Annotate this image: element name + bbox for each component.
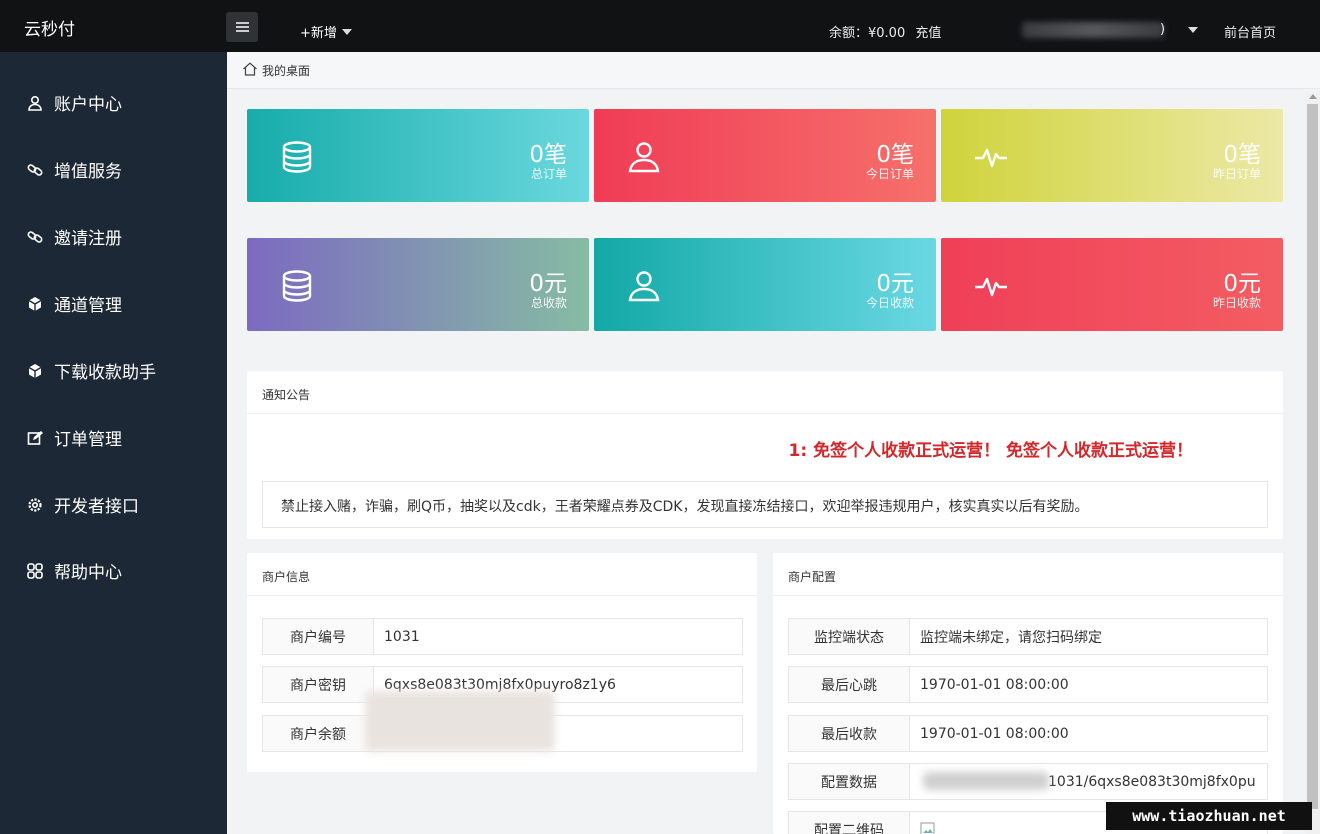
balance-display: 余额：¥0.00 充值 xyxy=(829,22,941,41)
stat-card-total-orders: 0笔 总订单 xyxy=(247,109,589,202)
merchant-id-value[interactable]: 1031 xyxy=(374,619,420,654)
notice-body: 禁止接入赌，诈骗，刷Q币，抽奖以及cdk，王者荣耀点券及CDK，发现直接冻结接口… xyxy=(262,481,1268,528)
last-payment-value: 1970-01-01 08:00:00 xyxy=(920,725,1069,742)
cube-icon xyxy=(26,295,44,313)
breadcrumb-label: 我的桌面 xyxy=(262,64,311,78)
last-payment-row: 最后收款 1970-01-01 08:00:00 xyxy=(788,715,1268,752)
scrollbar-thumb[interactable] xyxy=(1307,104,1318,809)
kv-label: 监控端状态 xyxy=(789,619,910,654)
breadcrumb[interactable]: 我的桌面 xyxy=(242,62,310,79)
monitor-status-row: 监控端状态 监控端未绑定，请您扫码绑定 xyxy=(788,618,1268,655)
user-icon xyxy=(628,142,660,173)
sidebar-item-channel[interactable]: 通道管理 xyxy=(26,291,122,316)
user-name-blurred[interactable] xyxy=(1022,22,1164,38)
sidebar-item-label: 邀请注册 xyxy=(54,229,122,249)
user-icon xyxy=(26,94,44,112)
home-icon xyxy=(242,62,258,79)
stat-card-total-revenue: 0元 总收款 xyxy=(247,238,589,331)
sidebar-item-label: 订单管理 xyxy=(54,430,122,450)
last-heartbeat-row: 最后心跳 1970-01-01 08:00:00 xyxy=(788,666,1268,703)
site-watermark: www.tiaozhuan.net xyxy=(1106,802,1312,830)
recharge-link[interactable]: 充值 xyxy=(915,26,941,41)
sidebar-item-account[interactable]: 账户中心 xyxy=(26,90,122,115)
gear-icon xyxy=(26,496,44,514)
user-icon xyxy=(628,271,660,302)
sidebar-item-developer-api[interactable]: 开发者接口 xyxy=(26,492,139,517)
stat-value: 0笔 xyxy=(529,142,567,168)
user-menu-chevron-icon[interactable] xyxy=(1188,27,1198,33)
stat-label: 今日订单 xyxy=(865,167,914,181)
kv-label: 最后心跳 xyxy=(789,667,910,702)
sidebar-item-label: 开发者接口 xyxy=(54,497,139,517)
stat-card-today-revenue: 0元 今日收款 xyxy=(594,238,936,331)
sidebar-item-help[interactable]: 帮助中心 xyxy=(26,558,122,583)
merchant-info-title: 商户信息 xyxy=(247,553,757,596)
sidebar-item-label: 通道管理 xyxy=(54,296,122,316)
sidebar-item-label: 帮助中心 xyxy=(54,563,122,583)
database-icon xyxy=(282,141,312,173)
stat-card-today-orders: 0笔 今日订单 xyxy=(594,109,936,202)
sidebar-item-label: 增值服务 xyxy=(54,162,122,182)
kv-label: 配置二维码 xyxy=(789,812,910,834)
sidebar-item-value-added[interactable]: 增值服务 xyxy=(26,157,122,182)
sidebar-item-label: 下载收款助手 xyxy=(54,363,156,383)
stat-value: 0笔 xyxy=(876,142,914,168)
redaction-blur xyxy=(365,691,555,751)
scroll-up-arrow-icon[interactable] xyxy=(1309,94,1317,99)
stat-label: 昨日订单 xyxy=(1212,167,1261,181)
kv-label: 配置数据 xyxy=(789,764,910,799)
stat-value: 0元 xyxy=(1223,271,1261,297)
add-new-dropdown[interactable]: +新增 xyxy=(300,22,352,41)
vertical-scrollbar[interactable] xyxy=(1305,92,1320,834)
stat-card-yesterday-revenue: 0元 昨日收款 xyxy=(941,238,1283,331)
user-name-tail[interactable]: ) xyxy=(1160,22,1165,37)
pulse-icon xyxy=(975,148,1007,168)
chevron-down-icon xyxy=(341,28,352,35)
menu-toggle-button[interactable] xyxy=(226,12,258,42)
notice-panel: 通知公告 1: 免签个人收款正式运营！ 免签个人收款正式运营！ 禁止接入赌，诈骗… xyxy=(247,371,1283,539)
hamburger-icon xyxy=(235,22,249,32)
sidebar-item-invite[interactable]: 邀请注册 xyxy=(26,224,122,249)
stat-value: 0元 xyxy=(529,271,567,297)
stat-label: 今日收款 xyxy=(865,296,914,310)
broken-image-icon xyxy=(920,822,935,834)
cube-icon xyxy=(26,362,44,380)
grid-icon xyxy=(26,562,44,580)
monitor-status-value: 监控端未绑定，请您扫码绑定 xyxy=(920,629,1102,646)
kv-label: 商户密钥 xyxy=(263,667,374,702)
stat-value: 0元 xyxy=(876,271,914,297)
notice-panel-title: 通知公告 xyxy=(247,371,1283,414)
sidebar-item-download-assistant[interactable]: 下载收款助手 xyxy=(26,358,156,383)
database-icon xyxy=(282,270,312,302)
add-new-label: +新增 xyxy=(300,26,337,41)
link-icon xyxy=(26,228,44,246)
merchant-config-panel: 商户配置 监控端状态 监控端未绑定，请您扫码绑定 最后心跳 1970-01-01… xyxy=(773,553,1283,834)
redaction-blur xyxy=(923,772,1049,790)
stat-label: 总收款 xyxy=(530,296,567,310)
sidebar: 账户中心 增值服务 邀请注册 通道管理 下载收款助手 订单管理 开发者接口 帮助… xyxy=(0,52,227,834)
kv-label: 商户编号 xyxy=(263,619,374,654)
kv-label: 商户余额 xyxy=(263,716,374,751)
sidebar-item-label: 账户中心 xyxy=(54,95,122,115)
balance-text: 余额：¥0.00 xyxy=(829,26,906,41)
last-heartbeat-value: 1970-01-01 08:00:00 xyxy=(920,676,1069,693)
config-qrcode-image[interactable] xyxy=(910,812,936,834)
merchant-info-panel: 商户信息 商户编号 1031 商户密钥 6qxs8e083t30mj8fx0pu… xyxy=(247,553,757,772)
stat-label: 总订单 xyxy=(530,167,567,181)
edit-icon xyxy=(26,429,44,447)
frontend-home-link[interactable]: 前台首页 xyxy=(1224,22,1276,41)
kv-label: 最后收款 xyxy=(789,716,910,751)
stat-label: 昨日收款 xyxy=(1212,296,1261,310)
link-icon xyxy=(26,161,44,179)
sidebar-item-orders[interactable]: 订单管理 xyxy=(26,425,122,450)
pulse-icon xyxy=(975,277,1007,297)
breadcrumb-bar xyxy=(227,52,1320,89)
stat-value: 0笔 xyxy=(1223,142,1261,168)
notice-headline: 1: 免签个人收款正式运营！ 免签个人收款正式运营！ xyxy=(788,441,1193,461)
top-bar: 云秒付 +新增 余额：¥0.00 充值 ) 前台首页 xyxy=(0,0,1320,52)
merchant-config-title: 商户配置 xyxy=(773,553,1283,596)
stat-card-yesterday-orders: 0笔 昨日订单 xyxy=(941,109,1283,202)
merchant-id-row: 商户编号 1031 xyxy=(262,618,743,655)
app-logo[interactable]: 云秒付 xyxy=(24,15,75,40)
